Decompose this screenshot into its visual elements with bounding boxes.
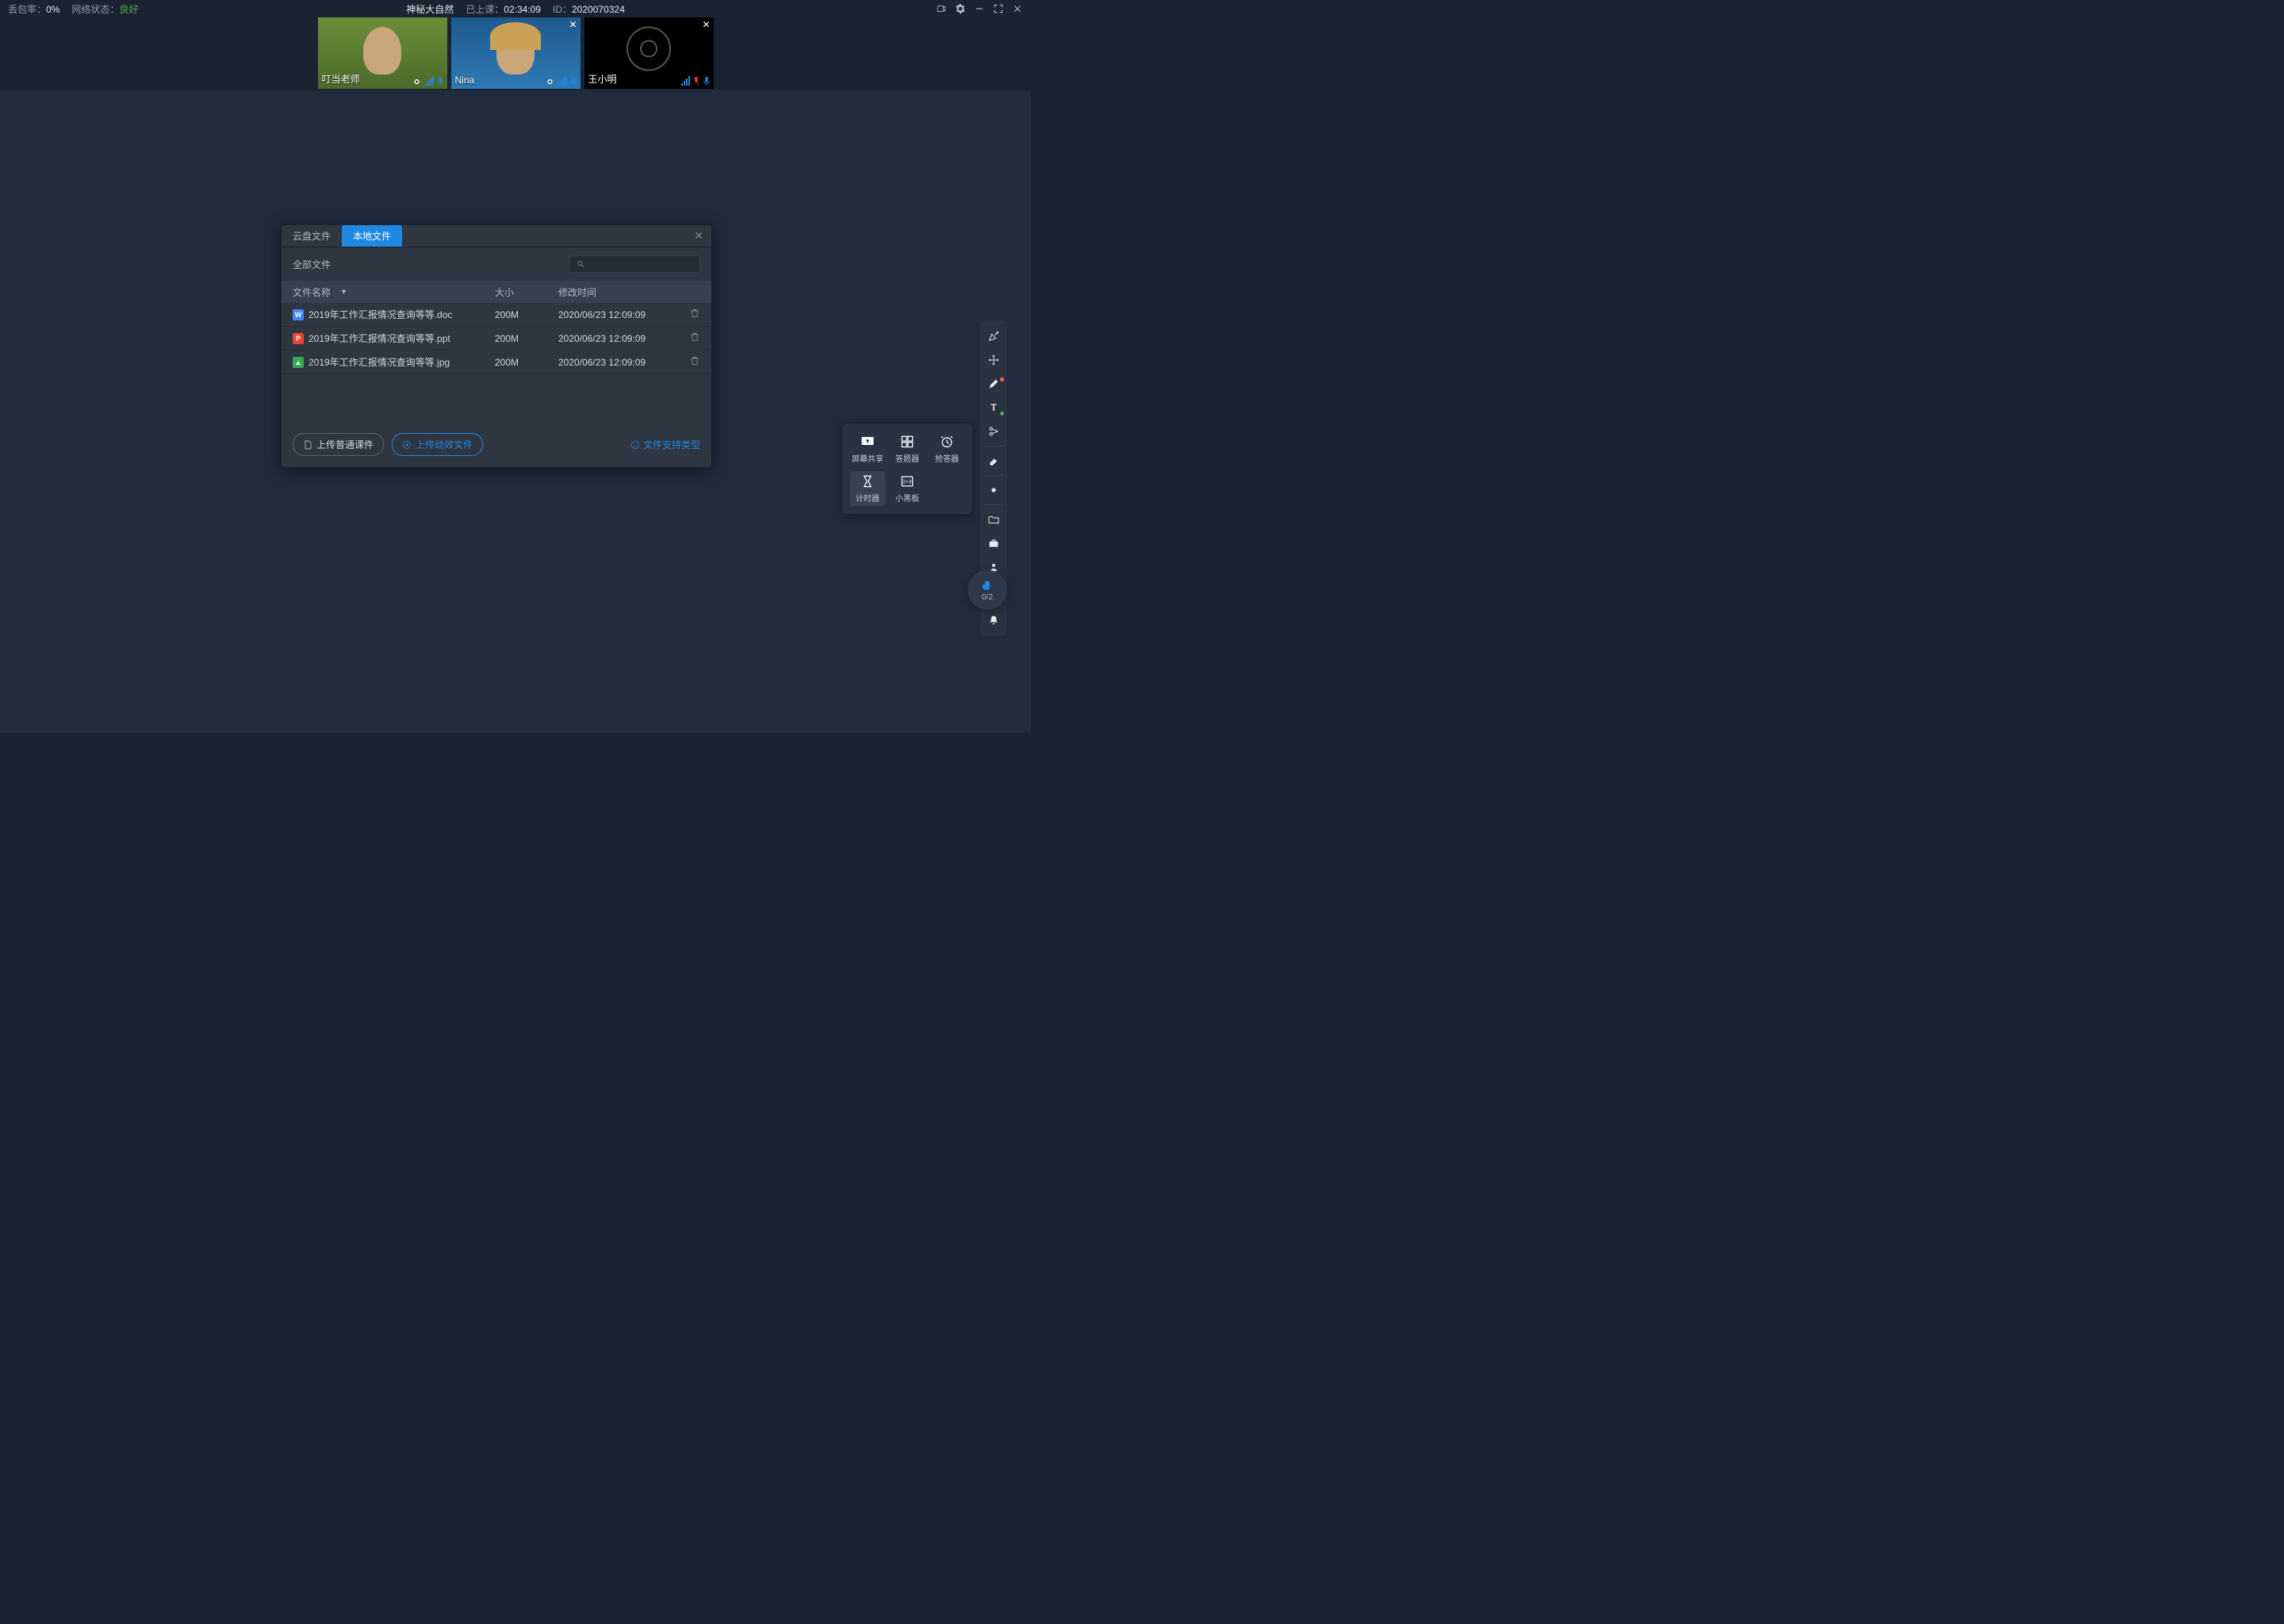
file-name: 2019年工作汇报情况查询等等.ppt xyxy=(308,331,450,345)
laser-pointer-tool[interactable] xyxy=(982,325,1006,347)
folder-tool[interactable] xyxy=(982,508,1006,530)
eraser-tool[interactable] xyxy=(982,450,1006,472)
mic-on-icon xyxy=(569,76,577,86)
video-tile-teacher[interactable]: 叮当老师 xyxy=(318,17,447,89)
math-board-icon: 2+3 xyxy=(899,473,915,489)
network-status: 网络状态：良好 xyxy=(71,2,138,16)
avatar-placeholder xyxy=(496,27,535,75)
dialog-close-icon[interactable]: ✕ xyxy=(694,229,703,243)
camera-off-icon xyxy=(627,26,671,71)
close-icon[interactable] xyxy=(1012,3,1023,14)
tool-popup: 屏幕共享 答题器 抢答器 计时器 2+3 小黑板 xyxy=(842,423,972,514)
dialog-tabs: 云盘文件 本地文件 ✕ xyxy=(282,225,711,247)
search-input[interactable] xyxy=(590,259,693,270)
file-type-ppt-icon: P xyxy=(293,333,304,344)
session-id: ID：2020070324 xyxy=(553,2,625,16)
hand-icon xyxy=(980,578,994,592)
all-files-label: 全部文件 xyxy=(293,258,331,271)
dialog-footer: 上传普通课件 上传动效文件 文件支持类型 xyxy=(282,422,711,467)
answer-grid-icon xyxy=(899,434,915,450)
hand-count: 0/2 xyxy=(982,593,993,602)
camera-on-icon xyxy=(413,78,423,86)
upload-animated-button[interactable]: 上传动效文件 xyxy=(392,433,483,456)
fullscreen-icon[interactable] xyxy=(993,3,1004,14)
video-name: 王小明 xyxy=(588,72,617,86)
minimize-icon[interactable] xyxy=(974,3,985,14)
file-size: 200M xyxy=(495,357,558,368)
delete-icon[interactable] xyxy=(689,331,700,343)
tab-local-files[interactable]: 本地文件 xyxy=(342,225,402,247)
svg-text:T: T xyxy=(991,402,997,413)
video-tile-student[interactable]: ✕ 王小明 xyxy=(584,17,714,89)
hourglass-icon xyxy=(860,473,876,489)
timer-button[interactable]: 计时器 xyxy=(850,471,885,506)
status-bar: 丢包率：0% 网络状态：良好 神秘大自然 已上课：02:34:09 ID：202… xyxy=(0,0,1031,17)
video-name: 叮当老师 xyxy=(322,72,360,86)
video-indicators xyxy=(413,76,444,86)
alarm-clock-icon xyxy=(939,434,955,450)
file-table-header: 文件名称▼ 大小 修改时间 xyxy=(282,281,711,303)
elapsed-time: 已上课：02:34:09 xyxy=(466,2,541,16)
mic-muted-icon xyxy=(692,76,700,86)
sort-caret-icon: ▼ xyxy=(340,288,347,296)
scissors-tool[interactable] xyxy=(982,420,1006,442)
file-row[interactable]: W 2019年工作汇报情况查询等等.doc 200M 2020/06/23 12:… xyxy=(282,303,711,327)
toolbox-tool[interactable] xyxy=(982,532,1006,554)
mic-on-icon xyxy=(436,76,444,86)
tab-cloud-files[interactable]: 云盘文件 xyxy=(282,225,342,247)
main-canvas: 云盘文件 本地文件 ✕ 全部文件 文件名称▼ 大小 修改时间 W 2019年工作汇… xyxy=(0,90,1031,733)
video-indicators xyxy=(546,76,577,86)
column-size[interactable]: 大小 xyxy=(495,285,558,299)
file-time: 2020/06/23 12:09:09 xyxy=(558,333,676,344)
file-time: 2020/06/23 12:09:09 xyxy=(558,309,676,320)
text-tool[interactable]: T xyxy=(982,396,1006,419)
bell-tool[interactable] xyxy=(982,609,1006,631)
camera-switch-icon[interactable] xyxy=(936,3,947,14)
file-types-link[interactable]: 文件支持类型 xyxy=(630,438,700,451)
screen-share-button[interactable]: 屏幕共享 xyxy=(850,431,885,466)
answer-tool-button[interactable]: 答题器 xyxy=(890,431,925,466)
search-box[interactable] xyxy=(569,255,700,273)
color-picker-tool[interactable] xyxy=(982,479,1006,501)
video-strip: 叮当老师 ✕ Nina ✕ 王小明 xyxy=(0,17,1031,90)
svg-text:2+3: 2+3 xyxy=(902,480,912,485)
packet-loss: 丢包率：0% xyxy=(8,2,59,16)
column-time[interactable]: 修改时间 xyxy=(558,285,676,299)
video-indicators xyxy=(681,76,711,86)
play-circle-icon xyxy=(402,440,412,450)
search-icon xyxy=(577,259,585,269)
mic-on-icon xyxy=(703,76,711,86)
course-name: 神秘大自然 xyxy=(406,2,454,16)
settings-icon[interactable] xyxy=(955,3,966,14)
rush-answer-button[interactable]: 抢答器 xyxy=(929,431,964,466)
delete-icon[interactable] xyxy=(689,308,700,319)
file-type-doc-icon: W xyxy=(293,309,304,320)
video-close-icon[interactable]: ✕ xyxy=(702,19,710,30)
info-icon xyxy=(630,440,640,450)
file-type-image-icon: ▲ xyxy=(293,357,304,368)
column-name[interactable]: 文件名称▼ xyxy=(293,285,495,299)
video-tile-student[interactable]: ✕ Nina xyxy=(451,17,581,89)
delete-icon[interactable] xyxy=(689,355,700,366)
file-name: 2019年工作汇报情况查询等等.jpg xyxy=(308,355,450,369)
mini-blackboard-button[interactable]: 2+3 小黑板 xyxy=(890,471,925,506)
file-row[interactable]: ▲ 2019年工作汇报情况查询等等.jpg 200M 2020/06/23 12:… xyxy=(282,350,711,374)
video-close-icon[interactable]: ✕ xyxy=(569,19,577,30)
file-row[interactable]: P 2019年工作汇报情况查询等等.ppt 200M 2020/06/23 12:… xyxy=(282,327,711,350)
camera-on-icon xyxy=(546,78,556,86)
file-time: 2020/06/23 12:09:09 xyxy=(558,357,676,368)
pen-tool[interactable] xyxy=(982,373,1006,395)
file-size: 200M xyxy=(495,333,558,344)
file-dialog: 云盘文件 本地文件 ✕ 全部文件 文件名称▼ 大小 修改时间 W 2019年工作汇… xyxy=(282,225,711,467)
file-table: 文件名称▼ 大小 修改时间 W 2019年工作汇报情况查询等等.doc 200M … xyxy=(282,281,711,374)
move-tool[interactable] xyxy=(982,349,1006,371)
avatar-placeholder xyxy=(363,27,401,75)
screen-share-icon xyxy=(860,434,876,450)
file-size: 200M xyxy=(495,309,558,320)
hand-raise-button[interactable]: 0/2 xyxy=(968,570,1007,610)
video-name: Nina xyxy=(455,75,475,86)
upload-normal-button[interactable]: 上传普通课件 xyxy=(293,433,384,456)
document-icon xyxy=(303,440,312,450)
file-name: 2019年工作汇报情况查询等等.doc xyxy=(308,308,452,321)
